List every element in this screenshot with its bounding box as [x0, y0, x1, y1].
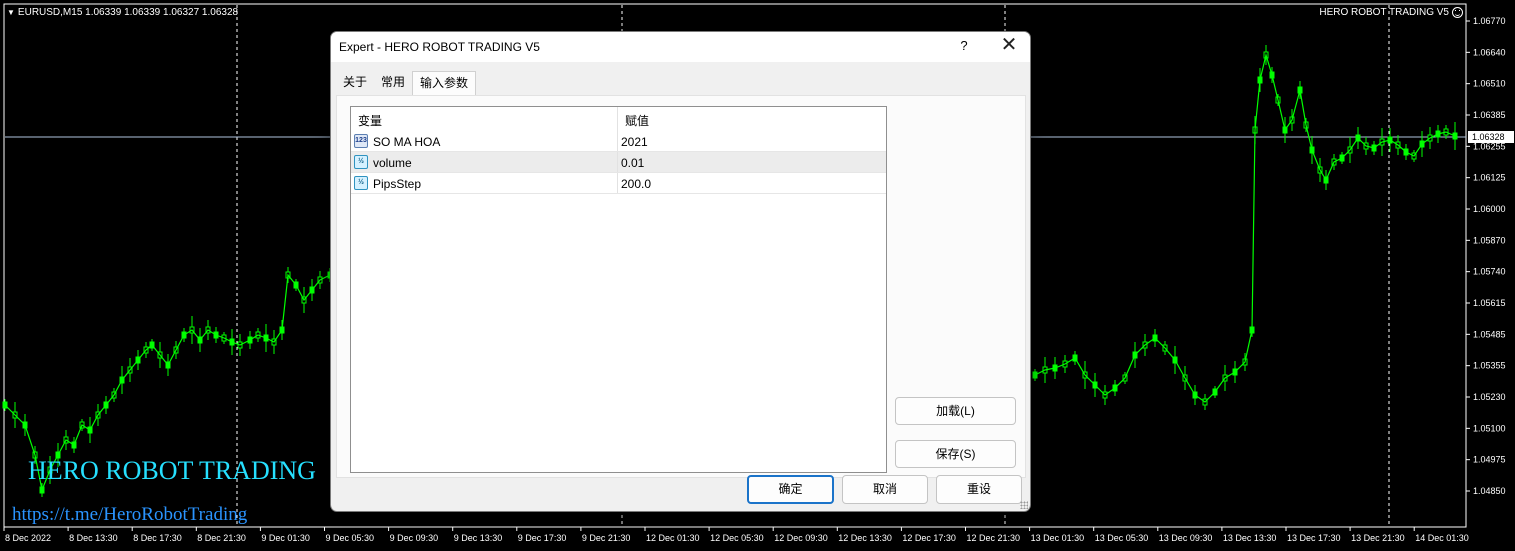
variable-name: PipsStep — [373, 177, 422, 191]
price-axis-label: 1.05485 — [1473, 329, 1506, 339]
expert-properties-dialog: Expert - HERO ROBOT TRADING V5 ? ✕ 关于 常用… — [330, 31, 1031, 512]
value-cell[interactable]: 0.01 — [618, 152, 886, 172]
watermark-title: HERO ROBOT TRADING — [28, 456, 316, 485]
save-button[interactable]: 保存(S) — [895, 440, 1016, 468]
price-axis-label: 1.05740 — [1473, 267, 1506, 277]
ok-button[interactable]: 确定 — [747, 475, 834, 504]
current-price-label: 1.06328 — [1472, 132, 1505, 142]
variable-cell[interactable]: ½ PipsStep — [351, 173, 618, 193]
time-axis-label: 12 Dec 13:30 — [838, 533, 892, 543]
table-header: 变量 赋值 — [351, 107, 886, 131]
price-axis-label: 1.05100 — [1473, 423, 1506, 433]
time-axis-label: 13 Dec 01:30 — [1031, 533, 1085, 543]
value-cell[interactable]: 200.0 — [618, 173, 886, 193]
variable-header-label: 变量 — [358, 114, 383, 128]
watermark-link[interactable]: https://t.me/HeroRobotTrading — [12, 504, 247, 526]
dialog-title: Expert - HERO ROBOT TRADING V5 — [339, 40, 540, 54]
variable-name: volume — [373, 156, 412, 170]
variable-column-header[interactable]: 变量 — [351, 107, 618, 131]
time-axis-label: 14 Dec 01:30 — [1415, 533, 1469, 543]
time-axis-label: 8 Dec 17:30 — [133, 533, 182, 543]
table-row[interactable]: ½ volume 0.01 — [351, 152, 886, 173]
time-axis-label: 12 Dec 17:30 — [902, 533, 956, 543]
variable-name: SO MA HOA — [373, 135, 441, 149]
expert-advisor-name: HERO ROBOT TRADING V5 — [1319, 7, 1449, 18]
time-axis-label: 8 Dec 13:30 — [69, 533, 118, 543]
inputs-panel: 变量 赋值 123 SO MA HOA 2021 ½ volume 0.01 ½… — [336, 95, 1026, 478]
variable-value: 200.0 — [621, 177, 652, 191]
double-type-icon: ½ — [354, 176, 368, 190]
variable-value: 0.01 — [621, 156, 645, 170]
symbol-info-text: EURUSD,M15 1.06339 1.06339 1.06327 1.063… — [17, 7, 239, 18]
time-axis-label: 8 Dec 21:30 — [197, 533, 246, 543]
table-row[interactable]: 123 SO MA HOA 2021 — [351, 131, 886, 152]
price-axis-label: 1.06125 — [1473, 173, 1506, 183]
time-axis-label: 13 Dec 17:30 — [1287, 533, 1341, 543]
time-axis-label: 8 Dec 2022 — [5, 533, 51, 543]
price-axis-label: 1.05870 — [1473, 235, 1506, 245]
value-cell[interactable]: 2021 — [618, 131, 886, 151]
symbol-info: ▼ EURUSD,M15 1.06339 1.06339 1.06327 1.06… — [7, 7, 238, 18]
input-parameters-table[interactable]: 变量 赋值 123 SO MA HOA 2021 ½ volume 0.01 ½… — [350, 106, 887, 473]
tab-common[interactable]: 常用 — [374, 71, 412, 95]
price-axis-label: 1.05230 — [1473, 392, 1506, 402]
load-button[interactable]: 加载(L) — [895, 397, 1016, 425]
close-icon[interactable]: ✕ — [999, 35, 1019, 57]
price-axis-label: 1.04850 — [1473, 486, 1506, 496]
time-axis-label: 13 Dec 13:30 — [1223, 533, 1277, 543]
variable-cell[interactable]: 123 SO MA HOA — [351, 131, 618, 151]
smiley-icon — [1452, 7, 1463, 18]
expert-advisor-label[interactable]: HERO ROBOT TRADING V5 — [1319, 7, 1463, 18]
time-axis-label: 9 Dec 21:30 — [582, 533, 631, 543]
price-axis-label: 1.06000 — [1473, 204, 1506, 214]
value-header-label: 赋值 — [625, 114, 650, 128]
time-axis-label: 13 Dec 21:30 — [1351, 533, 1405, 543]
dialog-tabs: 关于 常用 输入参数 — [336, 71, 477, 95]
price-axis-label: 1.06640 — [1473, 47, 1506, 57]
value-column-header[interactable]: 赋值 — [618, 107, 886, 131]
double-type-icon: ½ — [354, 155, 368, 169]
price-axis-label: 1.06770 — [1473, 16, 1506, 26]
price-axis-label: 1.05615 — [1473, 298, 1506, 308]
time-axis-label: 13 Dec 09:30 — [1159, 533, 1213, 543]
price-series-line — [1034, 52, 1456, 403]
price-axis-label: 1.04975 — [1473, 455, 1506, 465]
price-axis-label: 1.06385 — [1473, 110, 1506, 120]
time-axis-label: 9 Dec 01:30 — [261, 533, 310, 543]
integer-type-icon: 123 — [354, 134, 368, 148]
tab-inputs[interactable]: 输入参数 — [412, 71, 477, 95]
time-axis-label: 12 Dec 21:30 — [967, 533, 1021, 543]
dropdown-triangle-icon[interactable]: ▼ — [7, 8, 15, 17]
cancel-button[interactable]: 取消 — [842, 475, 928, 504]
price-axis-label: 1.05355 — [1473, 361, 1506, 371]
time-axis-label: 13 Dec 05:30 — [1095, 533, 1149, 543]
resize-grip-icon[interactable] — [1020, 501, 1028, 509]
time-axis-label: 9 Dec 09:30 — [390, 533, 439, 543]
time-axis-label: 12 Dec 01:30 — [646, 533, 700, 543]
time-axis-label: 9 Dec 17:30 — [518, 533, 567, 543]
variable-value: 2021 — [621, 135, 648, 149]
help-button[interactable]: ? — [957, 38, 971, 53]
time-axis-label: 9 Dec 13:30 — [454, 533, 503, 543]
time-axis-label: 12 Dec 09:30 — [774, 533, 828, 543]
time-axis-label: 12 Dec 05:30 — [710, 533, 764, 543]
variable-cell[interactable]: ½ volume — [351, 152, 618, 172]
dialog-titlebar[interactable]: Expert - HERO ROBOT TRADING V5 ? ✕ — [331, 32, 1030, 62]
tab-about[interactable]: 关于 — [336, 71, 374, 95]
reset-button[interactable]: 重设 — [936, 475, 1022, 504]
table-row[interactable]: ½ PipsStep 200.0 — [351, 173, 886, 194]
price-axis-label: 1.06510 — [1473, 79, 1506, 89]
time-axis-label: 9 Dec 05:30 — [326, 533, 375, 543]
